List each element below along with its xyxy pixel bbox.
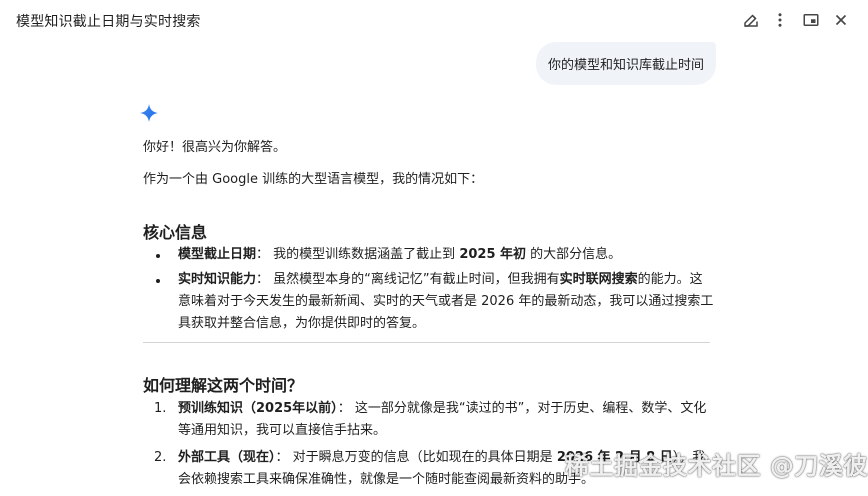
open-in-window-icon[interactable] xyxy=(801,10,821,30)
assistant-intro: 作为一个由 Google 训练的大型语言模型，我的情况如下： xyxy=(143,172,484,187)
list-item: 实时知识能力： 虽然模型本身的“离线记忆”有截止时间，但我拥有实时联网搜索的能力… xyxy=(143,269,715,335)
more-vert-icon[interactable] xyxy=(770,10,790,30)
bullet-dot xyxy=(156,279,160,283)
user-message-bubble: 你的模型和知识库截止时间 xyxy=(536,42,717,85)
list-item: 1. 预训练知识（2025年以前）： 这一部分就像是我“读过的书”，对于历史、编… xyxy=(143,398,715,442)
item-text: 虽然模型本身的“离线记忆”有截止时间，但我拥有 xyxy=(273,272,560,287)
item-text: 对于瞬息万变的信息（比如现在的具体日期是 xyxy=(292,450,557,465)
window-header: 模型知识截止日期与实时搜索 xyxy=(0,0,868,40)
item-bold: 2025 年初 xyxy=(459,247,527,262)
section-heading-core: 核心信息 xyxy=(143,223,208,242)
item-label: 实时知识能力 xyxy=(178,272,257,287)
gemini-spark-icon xyxy=(140,104,158,122)
section-divider xyxy=(143,342,710,343)
item-number: 2. xyxy=(154,450,167,465)
close-icon[interactable] xyxy=(831,10,851,30)
item-sep: ： xyxy=(256,272,270,287)
core-info-list: 模型截止日期： 我的模型训练数据涵盖了截止到 2025 年初 的大部分信息。 实… xyxy=(143,244,715,338)
item-text: 的大部分信息。 xyxy=(526,247,622,262)
section-heading-how: 如何理解这两个时间？ xyxy=(143,376,304,395)
item-sep: ： xyxy=(337,401,351,416)
item-label: 预训练知识（2025年以前） xyxy=(178,401,338,416)
item-bold: 实时联网搜索 xyxy=(559,272,638,287)
item-sep: ： xyxy=(256,247,270,262)
item-number: 1. xyxy=(154,401,167,416)
user-message-text: 你的模型和知识库截止时间 xyxy=(548,58,705,73)
edit-icon[interactable] xyxy=(741,10,761,30)
bullet-dot xyxy=(156,254,160,258)
assistant-greeting: 你好！很高兴为你解答。 xyxy=(143,140,287,155)
item-label: 外部工具（现在） xyxy=(178,450,276,465)
item-sep: ： xyxy=(275,450,289,465)
list-item: 模型截止日期： 我的模型训练数据涵盖了截止到 2025 年初 的大部分信息。 xyxy=(143,244,715,266)
item-label: 模型截止日期 xyxy=(178,247,257,262)
window-title: 模型知识截止日期与实时搜索 xyxy=(16,14,201,30)
item-text: 我的模型训练数据涵盖了截止到 xyxy=(273,247,460,262)
watermark: 稀土掘金技术社区 @刀溪彼岸 xyxy=(565,452,868,480)
